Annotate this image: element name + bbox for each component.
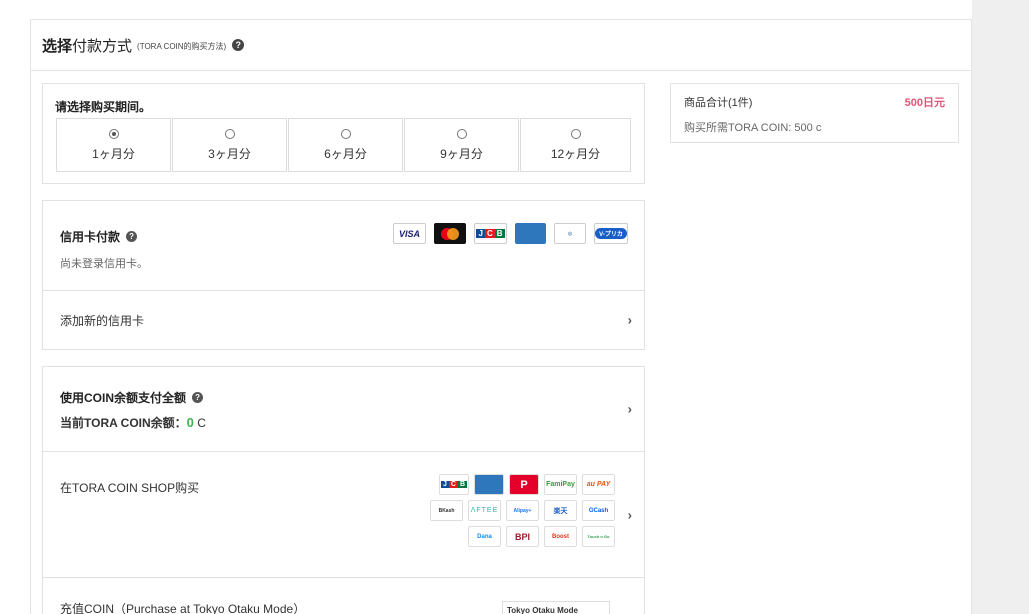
bkash-logo: BKash [430, 500, 463, 521]
coin-title-text: 使用COIN余额支付全额 [60, 391, 187, 405]
period-option-label: 9ヶ月分 [440, 146, 483, 161]
period-option-label: 6ヶ月分 [324, 146, 367, 161]
period-option-label: 1ヶ月分 [92, 146, 135, 161]
shop-logo-row: BKash ΛFTEE Alipay+ 楽天 GCash [430, 500, 615, 521]
radio-icon[interactable] [224, 128, 235, 139]
credit-card-title-text: 信用卡付款 [60, 230, 121, 244]
help-icon[interactable]: ? [232, 39, 245, 51]
page-gutter [972, 0, 1029, 614]
coin-shop-button[interactable]: 在TORA COIN SHOP购买 JCB P FamiPay au PAY B… [43, 452, 644, 578]
card-brand-logos: VISA JCB ◎ V-プリカ [393, 223, 628, 244]
purchase-tom-label: 充值COIN（Purchase at Tokyo Otaku Mode） [60, 602, 306, 614]
gcash-logo: GCash [582, 500, 615, 521]
period-option-12[interactable]: 12ヶ月分 [520, 118, 631, 172]
jcb-c: C [448, 481, 458, 488]
title-bold: 选择 [42, 37, 73, 55]
period-selector: 请选择购买期间。 1ヶ月分 3ヶ月分 6ヶ月分 9ヶ月分 12ヶ月分 [42, 83, 645, 184]
jcb-j: J [440, 481, 449, 488]
page-title: 选择付款方式 [42, 35, 132, 56]
chevron-right-icon: › [627, 312, 632, 328]
aupay-logo: au PAY [582, 474, 615, 495]
famipay-logo: FamiPay [544, 474, 577, 495]
jcb-b: B [457, 481, 468, 488]
purchase-tom-button[interactable]: 充值COIN（Purchase at Tokyo Otaku Mode） Tok… [43, 578, 644, 614]
chevron-right-icon: › [627, 401, 632, 417]
rakuten-logo: 楽天 [544, 500, 577, 521]
period-option-1[interactable]: 1ヶ月分 [56, 118, 171, 172]
aftee-logo: ΛFTEE [468, 500, 501, 521]
help-icon[interactable]: ? [126, 231, 138, 242]
coin-shop-label: 在TORA COIN SHOP购买 [60, 481, 200, 495]
shop-logo-row: JCB P FamiPay au PAY [439, 474, 615, 495]
mastercard-icon [441, 227, 459, 240]
amex-logo [474, 474, 504, 495]
radio-icon[interactable] [108, 128, 119, 139]
order-summary: 商品合计(1件) 500日元 购买所需TORA COIN: 500 c [670, 83, 959, 143]
add-credit-card-label: 添加新的信用卡 [60, 313, 145, 328]
chevron-right-icon: › [627, 507, 632, 522]
coin-balance: 当前TORA COIN余额：0 C [60, 414, 206, 431]
period-option-label: 3ヶ月分 [208, 146, 251, 161]
credit-card-info: 信用卡付款? 尚未登录信用卡。 VISA JCB ◎ V-プリカ [43, 201, 644, 291]
bpi-logo: BPI [506, 526, 539, 547]
summary-coin-needed: 购买所需TORA COIN: 500 c [684, 122, 822, 134]
tom-logo: Tokyo Otaku Mode [502, 601, 610, 614]
boost-logo: Boost [544, 526, 577, 547]
dana-logo: Dana [468, 526, 501, 547]
vpreca-label: V-プリカ [595, 228, 627, 239]
radio-icon[interactable] [570, 128, 581, 139]
period-options: 1ヶ月分 3ヶ月分 6ヶ月分 9ヶ月分 12ヶ月分 [56, 118, 632, 172]
coin-balance-prefix: 当前TORA COIN余额： [60, 416, 187, 430]
summary-price: 500日元 [904, 97, 945, 109]
coin-balance-value: 0 [186, 415, 194, 430]
help-icon[interactable]: ? [192, 392, 204, 403]
credit-card-title: 信用卡付款? [60, 228, 138, 245]
coin-title: 使用COIN余额支付全额? [60, 389, 204, 406]
jcb-b: B [494, 229, 505, 238]
pay-with-coin-button[interactable]: 使用COIN余额支付全额? 当前TORA COIN余额：0 C › [43, 367, 644, 452]
panel-header: 选择付款方式 (TORA COIN的购买方法) ? [31, 20, 971, 71]
radio-icon[interactable] [340, 128, 351, 139]
touchngo-logo: Touch n Go [582, 526, 615, 547]
shop-payment-logos: JCB P FamiPay au PAY BKash ΛFTEE Alipay+… [429, 474, 615, 547]
jcb-logo: JCB [474, 223, 507, 244]
alipay-logo: Alipay+ [506, 500, 539, 521]
visa-logo: VISA [393, 223, 426, 244]
paypay-logo: P [509, 474, 539, 495]
period-option-9[interactable]: 9ヶ月分 [404, 118, 519, 172]
period-option-label: 12ヶ月分 [550, 146, 601, 161]
period-title: 请选择购买期间。 [55, 100, 152, 114]
summary-label: 商品合计(1件) [684, 97, 753, 109]
amex-logo [515, 223, 546, 244]
jcb-j: J [476, 229, 485, 238]
diners-club-logo: ◎ [554, 223, 586, 244]
coin-balance-unit: C [197, 416, 206, 430]
add-credit-card-button[interactable]: 添加新的信用卡 › [43, 291, 644, 349]
title-rest: 付款方式 [72, 37, 133, 55]
period-option-3[interactable]: 3ヶ月分 [172, 118, 287, 172]
period-option-6[interactable]: 6ヶ月分 [288, 118, 403, 172]
coin-section: 使用COIN余额支付全额? 当前TORA COIN余额：0 C › 在TORA … [42, 366, 645, 614]
shop-logo-row: Dana BPI Boost Touch n Go [468, 526, 615, 547]
jcb-logo: JCB [439, 474, 469, 495]
vpreca-logo: V-プリカ [594, 223, 628, 244]
mastercard-logo [434, 223, 466, 244]
credit-card-section: 信用卡付款? 尚未登录信用卡。 VISA JCB ◎ V-プリカ 添加新的信用卡… [42, 200, 645, 350]
jcb-c: C [484, 229, 495, 238]
page-subtitle: (TORA COIN的购买方法) [137, 42, 227, 51]
radio-icon[interactable] [456, 128, 467, 139]
credit-card-note: 尚未登录信用卡。 [60, 258, 148, 270]
